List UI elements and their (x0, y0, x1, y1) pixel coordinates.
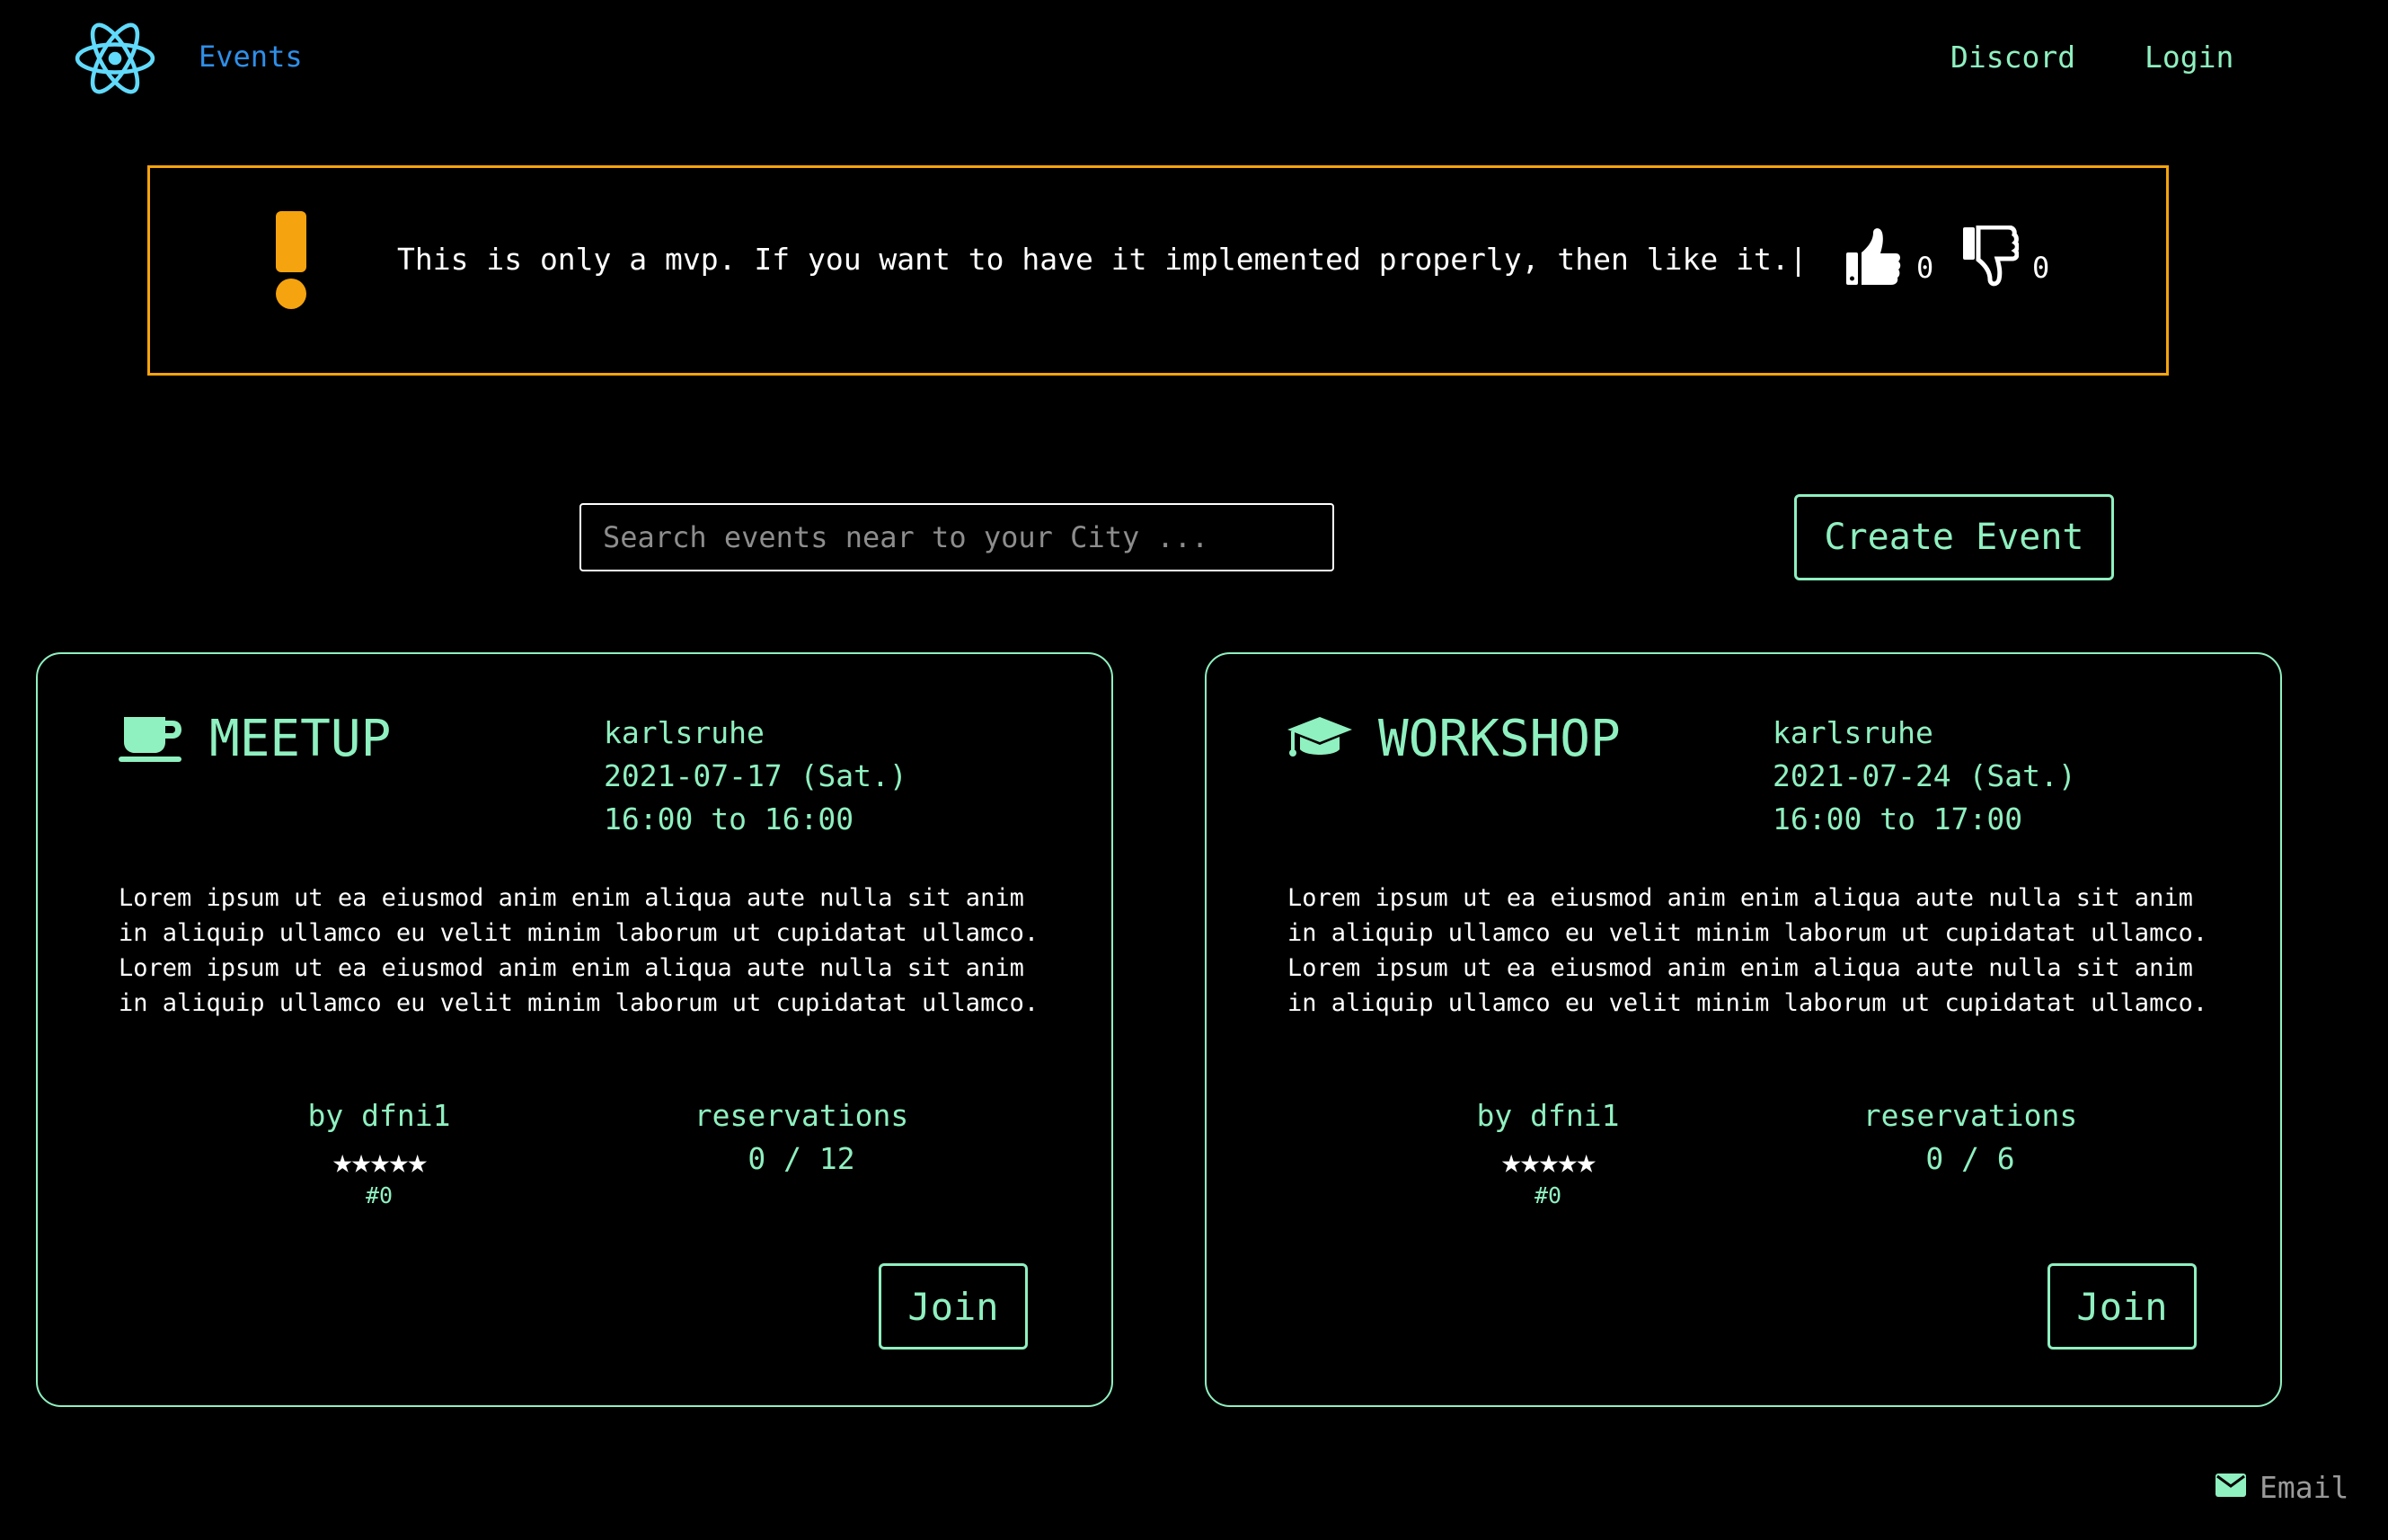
reservations-value: 0 / 6 (1925, 1141, 2015, 1176)
event-time: 16:00 to 17:00 (1773, 801, 2023, 836)
event-location: karlsruhe (604, 715, 765, 750)
join-button[interactable]: Join (879, 1263, 1028, 1350)
nav-discord-link[interactable]: Discord (1950, 40, 2075, 75)
thumbs-down-icon[interactable] (1961, 226, 2019, 287)
nav-events-link[interactable]: Events (199, 40, 303, 74)
react-atom-icon[interactable] (74, 22, 156, 95)
event-category: WORKSHOP (1378, 710, 1621, 768)
event-details: karlsruhe 2021-07-24 (Sat.) 16:00 to 17:… (1773, 712, 2076, 841)
reservations-label: reservations (1862, 1098, 2078, 1133)
event-description: Lorem ipsum ut ea eiusmod anim enim aliq… (1287, 884, 2208, 1017)
event-time: 16:00 to 16:00 (604, 801, 854, 836)
exclamation-icon (276, 211, 306, 309)
event-author[interactable]: by dfni1 (1440, 1098, 1656, 1133)
nav-login-link[interactable]: Login (2145, 40, 2233, 75)
coffee-cup-icon (119, 717, 181, 762)
rating-stars[interactable]: ★★★★★ (1440, 1141, 1656, 1181)
event-author[interactable]: by dfni1 (271, 1098, 487, 1133)
like-count: 0 (1916, 251, 1934, 285)
event-category: MEETUP (209, 710, 392, 768)
graduation-cap-icon (1287, 717, 1352, 757)
banner-message: This is only a mvp. If you want to have … (397, 242, 1808, 277)
reservations-value: 0 / 12 (747, 1141, 855, 1176)
dislike-count: 0 (2032, 251, 2050, 285)
rating-count: #0 (1534, 1182, 1562, 1208)
event-location: karlsruhe (1773, 715, 1933, 750)
rating-count: #0 (365, 1182, 394, 1208)
event-card: MEETUP karlsruhe 2021-07-17 (Sat.) 16:00… (36, 652, 1113, 1407)
reservations-label: reservations (694, 1098, 909, 1133)
event-date: 2021-07-17 (Sat.) (604, 758, 907, 793)
create-event-button[interactable]: Create Event (1794, 494, 2114, 580)
event-description: Lorem ipsum ut ea eiusmod anim enim aliq… (119, 884, 1039, 1017)
envelope-icon[interactable] (2216, 1474, 2246, 1497)
event-date: 2021-07-24 (Sat.) (1773, 758, 2076, 793)
thumbs-up-icon[interactable] (1844, 226, 1902, 287)
event-details: karlsruhe 2021-07-17 (Sat.) 16:00 to 16:… (604, 712, 907, 841)
join-button[interactable]: Join (2047, 1263, 2197, 1350)
event-card: WORKSHOP karlsruhe 2021-07-24 (Sat.) 16:… (1205, 652, 2282, 1407)
search-input[interactable] (579, 503, 1334, 571)
email-link[interactable]: Email (2260, 1470, 2348, 1505)
mvp-banner: This is only a mvp. If you want to have … (147, 165, 2169, 376)
rating-stars[interactable]: ★★★★★ (271, 1141, 487, 1181)
